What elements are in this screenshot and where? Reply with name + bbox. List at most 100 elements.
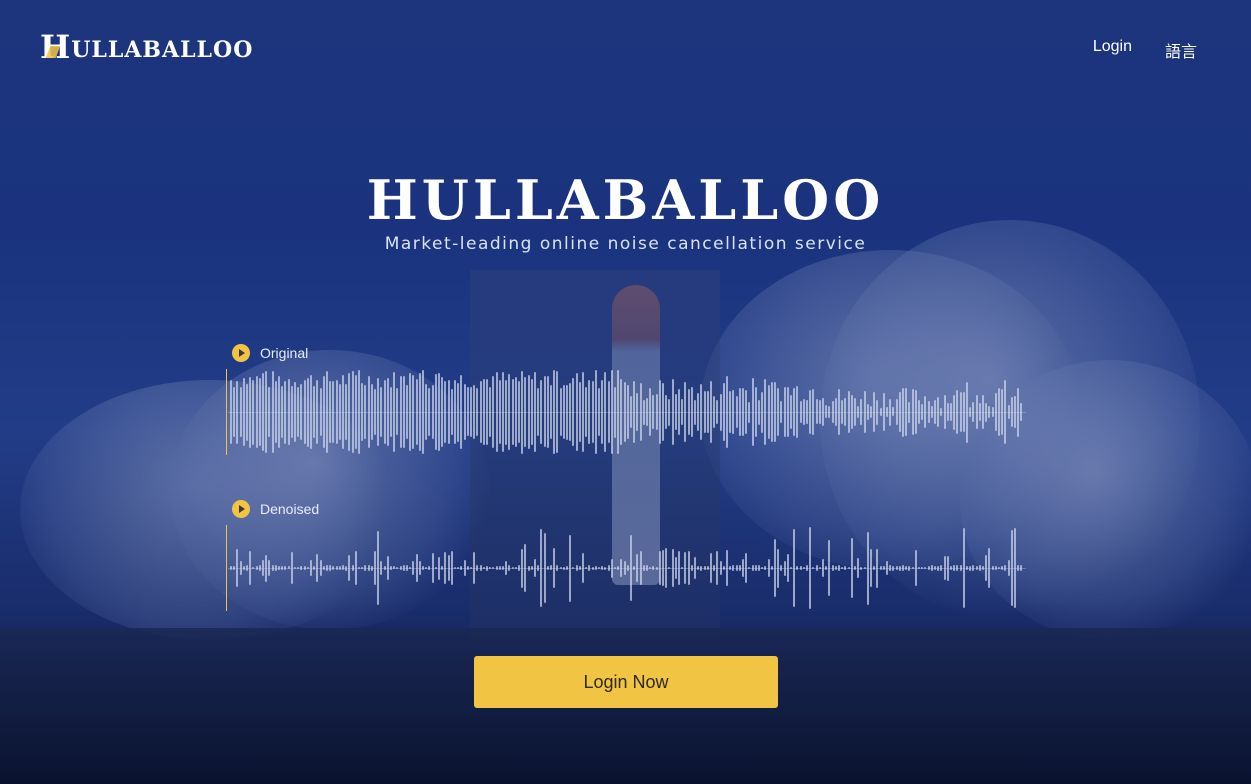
waveform-bar bbox=[770, 566, 773, 570]
waveform-bar bbox=[646, 398, 648, 426]
brand-logo[interactable]: H ULLABALLOO bbox=[40, 31, 254, 63]
waveform-bar bbox=[511, 567, 514, 569]
waveform-bar bbox=[639, 550, 642, 586]
waveform-bar bbox=[322, 566, 325, 570]
waveform-bar bbox=[505, 379, 508, 445]
waveform-bar bbox=[319, 559, 322, 576]
waveform-bar bbox=[617, 566, 620, 570]
waveform-bar bbox=[671, 379, 674, 445]
waveform-bar bbox=[678, 550, 680, 586]
waveform-bar bbox=[450, 551, 453, 585]
waveform-bar bbox=[927, 566, 930, 570]
waveform-bar bbox=[719, 393, 722, 431]
waveform-bar bbox=[697, 565, 700, 571]
waveform-bar bbox=[738, 388, 741, 436]
waveform-bar bbox=[799, 401, 802, 423]
waveform-bar bbox=[418, 560, 421, 576]
waveform-bar bbox=[601, 566, 604, 570]
nav-login-link[interactable]: Login bbox=[1093, 38, 1132, 62]
waveform-bar bbox=[591, 566, 594, 570]
waveform-bar bbox=[450, 388, 453, 436]
play-icon[interactable] bbox=[232, 344, 250, 362]
waveform-bar bbox=[706, 391, 709, 433]
waveform-bar bbox=[454, 380, 456, 444]
waveform-bar bbox=[991, 407, 994, 417]
waveform-bar bbox=[674, 557, 677, 579]
waveform-bar bbox=[710, 381, 712, 443]
waveform-bar bbox=[425, 383, 428, 441]
waveform-bar bbox=[230, 565, 232, 571]
waveform-bar bbox=[1001, 566, 1004, 570]
waveform-bar bbox=[402, 565, 405, 571]
waveform-bar bbox=[866, 531, 869, 605]
waveform-bar bbox=[985, 402, 988, 422]
waveform-bar bbox=[502, 565, 504, 571]
waveform-bar bbox=[991, 566, 994, 570]
waveform-bar bbox=[710, 553, 712, 583]
playhead-cursor bbox=[226, 525, 227, 611]
waveform-bar bbox=[706, 566, 709, 570]
waveform-bar bbox=[815, 399, 818, 425]
waveform-bar bbox=[623, 561, 626, 575]
waveform-bar bbox=[879, 565, 882, 571]
waveform-bar bbox=[447, 554, 450, 582]
waveform[interactable] bbox=[226, 369, 1026, 455]
waveform-bar bbox=[537, 565, 540, 571]
waveform-bar bbox=[502, 372, 504, 452]
waveform-bar bbox=[374, 388, 376, 436]
waveform-bar bbox=[569, 383, 572, 441]
waveform-bar bbox=[854, 398, 856, 426]
playhead-cursor bbox=[226, 369, 227, 455]
waveform-bar bbox=[598, 387, 600, 437]
waveform-bar bbox=[994, 393, 997, 431]
waveform-bar bbox=[233, 565, 236, 571]
waveform-bar bbox=[383, 380, 386, 444]
waveform-bar bbox=[975, 565, 978, 571]
waveform-bar bbox=[342, 374, 344, 450]
waveform-bar bbox=[278, 376, 280, 448]
waveform-bar bbox=[527, 565, 530, 571]
waveform-bar bbox=[511, 378, 514, 446]
waveform-bar bbox=[530, 379, 533, 445]
waveform-bar bbox=[834, 566, 837, 570]
waveform-bar bbox=[1010, 397, 1013, 427]
waveform-bar bbox=[799, 566, 802, 570]
play-icon[interactable] bbox=[232, 500, 250, 518]
nav-language-link[interactable]: 語言 bbox=[1165, 38, 1197, 62]
waveform[interactable] bbox=[226, 525, 1026, 611]
waveform-bar bbox=[969, 407, 972, 417]
waveform-bar bbox=[722, 382, 725, 442]
waveform-bar bbox=[930, 405, 933, 419]
waveform-bar bbox=[822, 398, 824, 426]
waveform-bar bbox=[866, 403, 869, 421]
waveform-bar bbox=[390, 565, 392, 571]
waveform-bar bbox=[889, 565, 892, 571]
waveform-bar bbox=[697, 392, 700, 432]
player-label: Denoised bbox=[260, 501, 320, 517]
waveform-bar bbox=[418, 373, 421, 452]
waveform-bar bbox=[898, 565, 901, 571]
waveform-bar bbox=[239, 387, 242, 437]
denoised-audio-player: Denoised bbox=[226, 499, 1026, 611]
logo-wordmark: ULLABALLOO bbox=[71, 37, 254, 63]
waveform-bar bbox=[313, 565, 316, 571]
waveform-bar bbox=[415, 553, 418, 583]
waveform-bar bbox=[537, 387, 540, 437]
waveform-bar bbox=[566, 384, 568, 440]
login-now-button[interactable]: Login Now bbox=[474, 656, 778, 708]
waveform-bar bbox=[521, 370, 524, 454]
waveform-bar bbox=[399, 375, 402, 449]
original-audio-player: Original bbox=[226, 343, 1026, 455]
waveform-bar bbox=[518, 565, 520, 571]
waveform-bar bbox=[655, 566, 658, 570]
waveform-bar bbox=[553, 548, 556, 588]
waveform-bar bbox=[825, 405, 828, 419]
waveform-bar bbox=[831, 565, 834, 571]
waveform-bar bbox=[345, 383, 348, 441]
waveform-bar bbox=[246, 565, 248, 572]
waveform-bar bbox=[626, 384, 629, 440]
waveform-bar bbox=[274, 565, 277, 571]
waveform-bar bbox=[726, 376, 728, 448]
waveform-bar bbox=[902, 565, 904, 571]
waveform-bar bbox=[911, 388, 914, 436]
